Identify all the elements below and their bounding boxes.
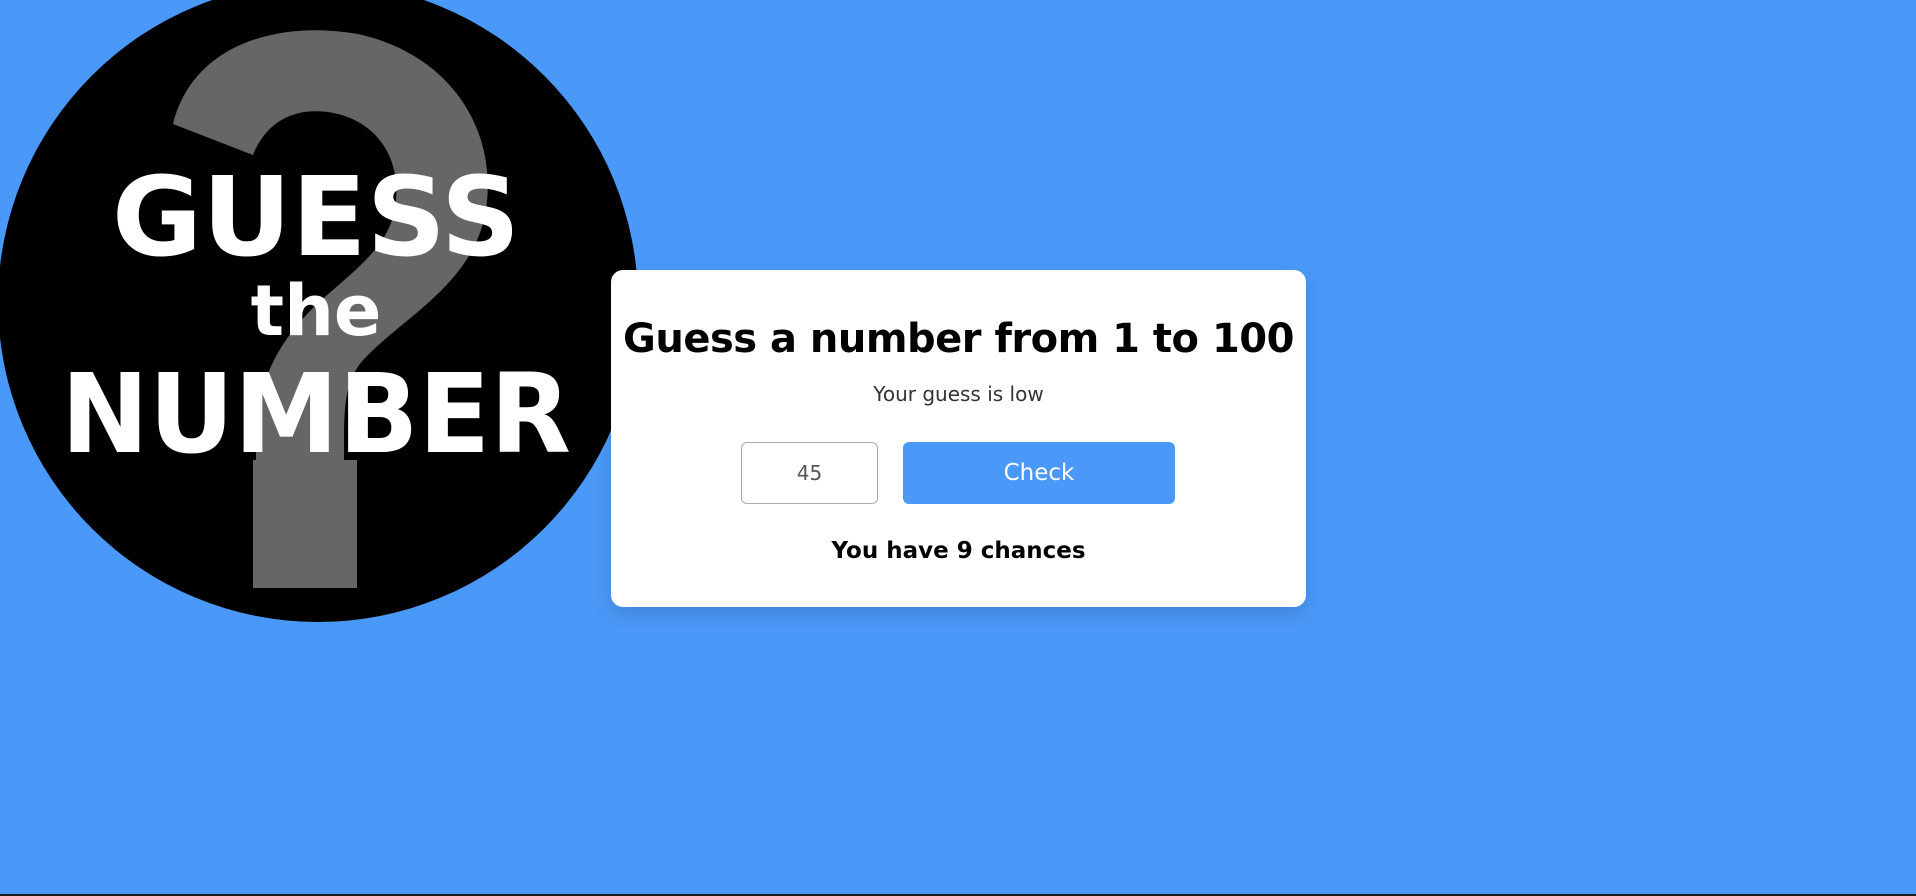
chances-remaining: You have 9 chances	[831, 538, 1086, 564]
logo-text-number: NUMBER	[61, 350, 571, 478]
logo-graphic: GUESS the NUMBER	[61, 30, 571, 588]
card-title: Guess a number from 1 to 100	[623, 316, 1294, 362]
guess-the-number-logo: GUESS the NUMBER	[0, 0, 638, 622]
question-mark-dot	[253, 460, 357, 588]
game-page: GUESS the NUMBER Guess a number from 1 t…	[0, 0, 1916, 896]
check-button[interactable]: Check	[903, 442, 1175, 504]
guess-controls: Check	[741, 442, 1175, 504]
guess-input[interactable]	[741, 442, 878, 504]
logo-text-guess: GUESS	[112, 153, 520, 281]
game-card: Guess a number from 1 to 100 Your guess …	[611, 270, 1306, 607]
logo-text-the: the	[251, 270, 382, 352]
guess-status: Your guess is low	[873, 382, 1044, 406]
